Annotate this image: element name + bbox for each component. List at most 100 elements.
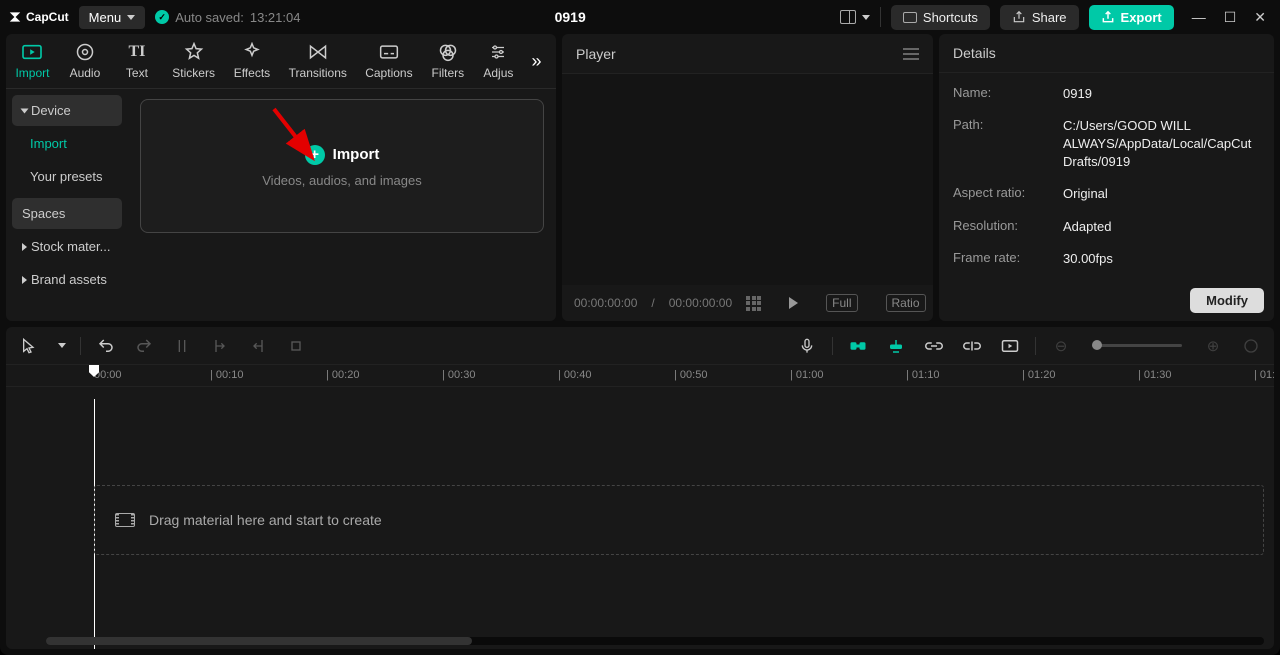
audio-icon <box>74 42 96 62</box>
timeline-scrollbar[interactable] <box>46 637 1264 645</box>
check-icon <box>155 10 169 24</box>
pointer-tool[interactable] <box>16 333 42 359</box>
film-icon <box>115 513 135 527</box>
player-panel: Player 00:00:00:00 / 00:00:00:00 Full Ra… <box>562 34 933 321</box>
play-button[interactable] <box>789 297 798 309</box>
magnet-track-button[interactable] <box>883 333 909 359</box>
split-button <box>169 333 195 359</box>
layout-button[interactable] <box>840 10 870 24</box>
link-button[interactable] <box>921 333 947 359</box>
unlink-button[interactable] <box>959 333 985 359</box>
shortcuts-button[interactable]: Shortcuts <box>891 5 990 30</box>
tab-audio[interactable]: Audio <box>59 38 111 84</box>
path-value: C:/Users/GOOD WILL ALWAYS/AppData/Local/… <box>1063 117 1260 172</box>
capcut-icon <box>8 10 22 24</box>
minimize-button[interactable]: — <box>1192 9 1206 26</box>
import-subtitle: Videos, audios, and images <box>262 173 421 188</box>
menu-button[interactable]: Menu <box>79 6 146 29</box>
trim-right-button <box>245 333 271 359</box>
mic-button[interactable] <box>794 333 820 359</box>
player-viewport <box>562 74 933 285</box>
media-source-list: Device Import Your presets Spaces Stock … <box>6 89 128 321</box>
sidebar-item-brand[interactable]: Brand assets <box>12 264 122 295</box>
stickers-icon <box>183 42 205 62</box>
modify-button[interactable]: Modify <box>1190 288 1264 313</box>
triangle-icon <box>22 243 27 251</box>
app-name: CapCut <box>26 10 69 24</box>
resolution-key: Resolution: <box>953 218 1053 236</box>
app-logo: CapCut <box>8 10 69 24</box>
transitions-icon <box>307 42 329 62</box>
sidebar-item-stock[interactable]: Stock mater... <box>12 231 122 262</box>
timeline-toolbar: ⊖ ⊕ <box>6 327 1274 365</box>
autosave-status: Auto saved: 13:21:04 <box>155 10 300 25</box>
tab-import[interactable]: Import <box>6 38 59 84</box>
delete-button <box>283 333 309 359</box>
import-title: Import <box>333 146 380 163</box>
zoom-in-button[interactable]: ⊕ <box>1200 333 1226 359</box>
tab-filters[interactable]: Filters <box>422 38 474 84</box>
media-tabs: Import Audio TI Text Stickers Effects <box>6 34 556 89</box>
player-controls: 00:00:00:00 / 00:00:00:00 Full Ratio <box>562 285 933 321</box>
playhead[interactable] <box>94 365 99 377</box>
full-button[interactable]: Full <box>826 294 857 312</box>
sidebar-item-import[interactable]: Import <box>12 128 122 159</box>
triangle-icon <box>21 108 29 113</box>
layout-icon <box>840 10 856 24</box>
close-button[interactable]: ✕ <box>1254 9 1266 26</box>
zoom-slider[interactable] <box>1092 344 1182 347</box>
thumbnail-grid-button[interactable] <box>746 296 761 311</box>
resolution-value: Adapted <box>1063 218 1111 236</box>
zoom-handle[interactable] <box>1092 340 1102 350</box>
sidebar-item-device[interactable]: Device <box>12 95 122 126</box>
menu-label: Menu <box>89 10 122 25</box>
export-button[interactable]: Export <box>1089 5 1174 30</box>
import-dropzone[interactable]: + Import Videos, audios, and images <box>140 99 544 233</box>
filters-icon <box>437 42 459 62</box>
zoom-fit-button[interactable] <box>1238 333 1264 359</box>
tab-transitions[interactable]: Transitions <box>280 38 356 84</box>
maximize-button[interactable]: ☐ <box>1224 9 1237 26</box>
details-title: Details <box>939 34 1274 73</box>
title-bar: CapCut Menu Auto saved: 13:21:04 0919 Sh… <box>0 0 1280 34</box>
export-icon <box>1101 10 1115 24</box>
tab-adjust[interactable]: Adjus <box>474 38 523 84</box>
time-duration: 00:00:00:00 <box>669 296 732 310</box>
keyboard-icon <box>903 12 917 23</box>
timeline-panel: ⊖ ⊕ 00:00 | 00:10 | 00:20 | 00:30 | 00:4… <box>6 327 1274 649</box>
tab-stickers[interactable]: Stickers <box>163 38 224 84</box>
timeline-dropzone[interactable]: Drag material here and start to create <box>94 485 1264 555</box>
undo-button[interactable] <box>93 333 119 359</box>
framerate-key: Frame rate: <box>953 250 1053 268</box>
import-icon <box>21 42 43 62</box>
timeline-tracks[interactable]: Drag material here and start to create <box>6 387 1274 649</box>
sidebar-item-presets[interactable]: Your presets <box>12 161 122 192</box>
share-button[interactable]: Share <box>1000 5 1079 30</box>
pointer-dropdown[interactable] <box>54 333 68 359</box>
details-panel: Details Name:0919 Path:C:/Users/GOOD WIL… <box>939 34 1274 321</box>
ratio-button[interactable]: Ratio <box>886 294 926 312</box>
framerate-value: 30.00fps <box>1063 250 1113 268</box>
preview-button[interactable] <box>997 333 1023 359</box>
tab-effects[interactable]: Effects <box>224 38 279 84</box>
plus-icon: + <box>305 145 325 165</box>
player-menu-button[interactable] <box>903 48 919 60</box>
sidebar-item-spaces[interactable]: Spaces <box>12 198 122 229</box>
media-panel: Import Audio TI Text Stickers Effects <box>6 34 556 321</box>
magnet-main-button[interactable] <box>845 333 871 359</box>
dropzone-label: Drag material here and start to create <box>149 512 382 528</box>
tab-captions[interactable]: Captions <box>356 38 422 84</box>
timeline-ruler[interactable]: 00:00 | 00:10 | 00:20 | 00:30 | 00:40 | … <box>6 365 1274 387</box>
time-current: 00:00:00:00 <box>574 296 637 310</box>
tabs-more-button[interactable]: » <box>523 47 550 75</box>
chevron-down-icon <box>127 15 135 20</box>
scrollbar-thumb[interactable] <box>46 637 472 645</box>
project-title: 0919 <box>310 9 829 25</box>
trim-left-button <box>207 333 233 359</box>
tab-text[interactable]: TI Text <box>111 38 163 84</box>
name-value: 0919 <box>1063 85 1092 103</box>
aspect-key: Aspect ratio: <box>953 185 1053 203</box>
name-key: Name: <box>953 85 1053 103</box>
text-icon: TI <box>126 42 148 62</box>
zoom-out-button[interactable]: ⊖ <box>1048 333 1074 359</box>
